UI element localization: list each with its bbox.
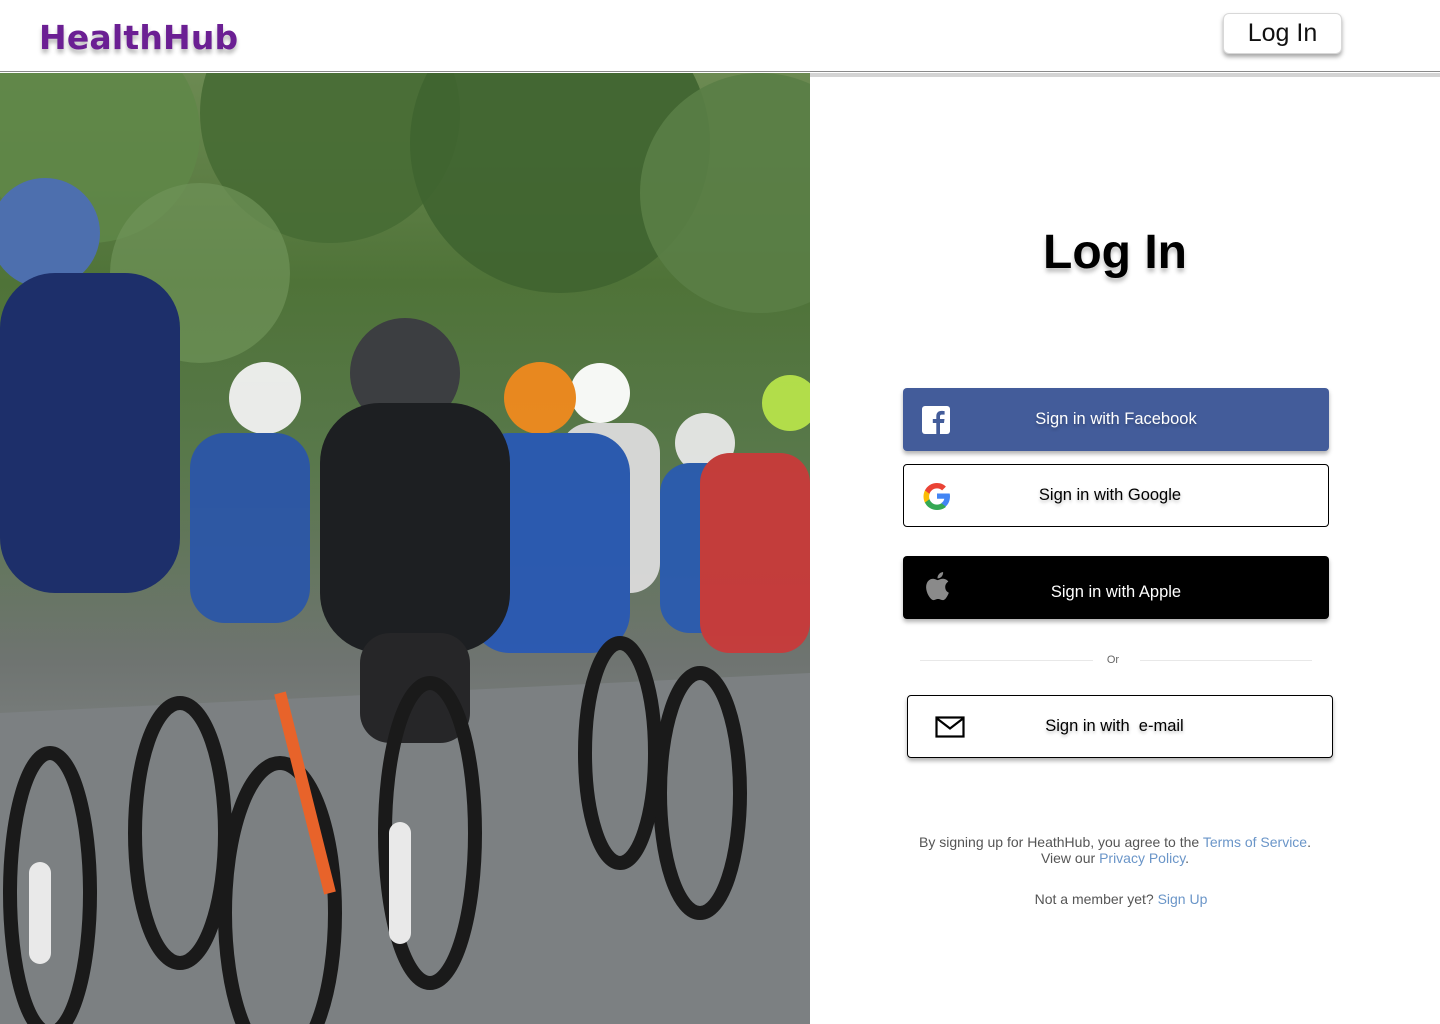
apple-signin-button[interactable]: Sign in with Apple: [903, 556, 1329, 619]
privacy-policy-link[interactable]: Privacy Policy: [1099, 850, 1185, 866]
divider-right: [1140, 660, 1312, 661]
divider-left: [920, 660, 1093, 661]
google-signin-label: Sign in with Google: [1038, 486, 1182, 504]
top-header: HealthHub Log In: [0, 0, 1440, 72]
divider-or-text: Or: [1106, 654, 1120, 666]
apple-signin-label: Sign in with Apple: [1050, 583, 1182, 601]
page-title: Log In: [1043, 226, 1187, 279]
facebook-signin-button[interactable]: Sign in with Facebook: [903, 388, 1329, 451]
email-signin-label: Sign in with e-mail: [1045, 717, 1184, 735]
legal-suffix: .: [1185, 850, 1190, 866]
email-signin-button[interactable]: Sign in with e-mail: [907, 695, 1333, 758]
facebook-signin-label: Sign in with Facebook: [1035, 410, 1197, 428]
signup-link[interactable]: Sign Up: [1158, 891, 1208, 907]
google-signin-button[interactable]: Sign in with Google: [903, 464, 1329, 527]
login-panel: [810, 73, 1440, 1024]
signup-prompt: Not a member yet? Sign Up: [905, 891, 1337, 907]
brand-logo[interactable]: HealthHub: [39, 18, 238, 57]
terms-of-service-link[interactable]: Terms of Service: [1203, 834, 1307, 850]
hero-cyclists-photo: [0, 73, 810, 1024]
legal-prefix: By signing up for HeathHub, you agree to…: [919, 834, 1203, 850]
signup-prompt-text: Not a member yet?: [1034, 891, 1158, 907]
login-page: HealthHub Log In Log In Sign in with Fac…: [0, 0, 1440, 1024]
legal-notice: By signing up for HeathHub, you agree to…: [905, 834, 1325, 866]
header-login-button[interactable]: Log In: [1223, 13, 1342, 54]
